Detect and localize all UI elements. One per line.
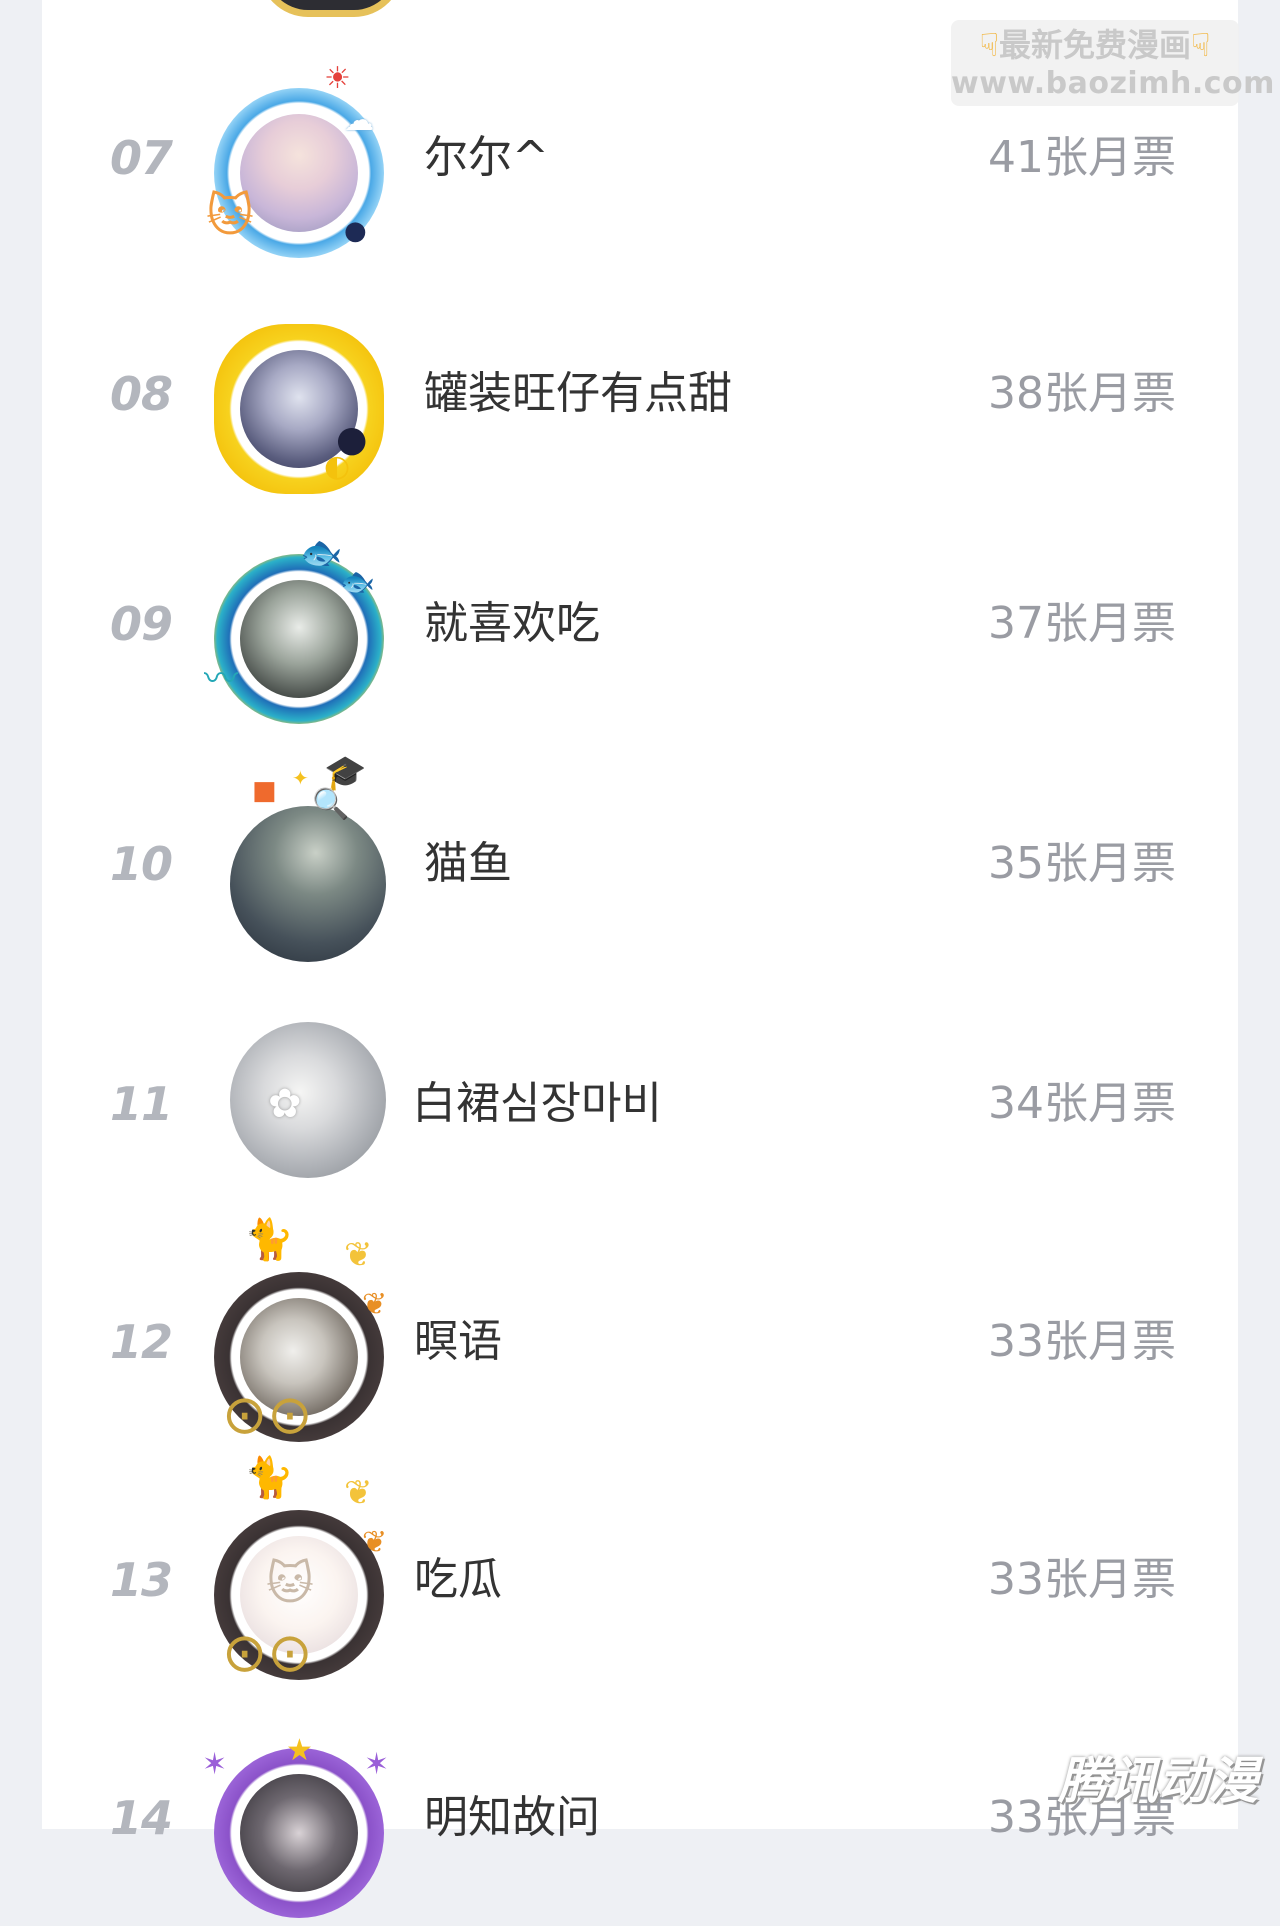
ranking-row[interactable]: 11 ✿ 白裙심장마비 34张月票 — [42, 1004, 1238, 1204]
tencent-comic-watermark: 腾讯动漫 — [1058, 1752, 1258, 1810]
wave-icon: 〰 — [204, 659, 238, 699]
rank-number: 11 — [110, 1077, 173, 1131]
cat-icon: 🐈 — [244, 1217, 294, 1263]
watermark-title: ☟最新免费漫画☟ — [951, 24, 1239, 66]
ginkgo-leaf-icon: ❦ — [344, 1473, 373, 1513]
ranking-row[interactable]: 08 ● ◐ 罐装旺仔有点甜 38张月票 — [42, 294, 1238, 494]
rank-number: 13 — [110, 1553, 173, 1607]
avatar[interactable]: 🐈 ❦ ❦ ⊙⊙ — [204, 1220, 394, 1450]
ticket-count: 35张月票 — [988, 838, 1176, 889]
cat-icon: 🐈 — [244, 1455, 294, 1501]
watermark-url: www.baozimh.com — [951, 66, 1275, 101]
ticket-count: 33张月票 — [988, 1316, 1176, 1367]
previous-avatar-frame — [259, 0, 403, 17]
cat-mascot-icon: 🐱 — [206, 188, 254, 242]
avatar-image — [240, 114, 358, 232]
book-icon: ■ — [252, 776, 277, 806]
magnifier-icon: 🔍 — [312, 787, 350, 822]
ginkgo-leaf-icon: ❦ — [362, 1287, 388, 1322]
ginkgo-leaf-icon: ❦ — [344, 1235, 373, 1275]
glasses-icon: ⊙⊙ — [222, 1383, 313, 1446]
avatar[interactable]: 🎓 🔍 ■ ✦ — [204, 756, 394, 972]
ranking-row[interactable]: 10 🎓 🔍 ■ ✦ 猫鱼 35张月票 — [42, 756, 1238, 964]
ranking-card: 07 ☀ ☁ 🐱 ● 尔尔^ 41张月票 08 ● ◐ 罐装旺仔有点甜 38张月… — [42, 0, 1238, 1918]
ranking-row[interactable]: 09 🐟 🐟 〰 就喜欢吃 37张月票 — [42, 524, 1238, 724]
watermark-title-text: 最新免费漫画 — [998, 26, 1191, 64]
user-name[interactable]: 暝语 — [414, 1242, 502, 1442]
ranking-row[interactable]: 12 🐈 ❦ ❦ ⊙⊙ 暝语 33张月票 — [42, 1220, 1238, 1442]
avatar-image — [230, 1022, 386, 1178]
user-name[interactable]: 就喜欢吃 — [424, 524, 600, 724]
user-name[interactable]: 明知故问 — [424, 1718, 600, 1918]
ticket-count: 34张月票 — [988, 1078, 1176, 1129]
rank-number: 14 — [110, 1791, 173, 1845]
koi-fish-icon: 🐟 — [340, 565, 375, 598]
avatar[interactable]: 🐱 🐈 ❦ ❦ ⊙⊙ — [204, 1458, 394, 1688]
sun-icon: ☀ — [324, 61, 351, 96]
flower-icon: ✿ — [268, 1081, 302, 1127]
avatar[interactable]: ● ◐ — [204, 312, 394, 502]
crab-claw-icon: ✶ — [202, 1747, 228, 1782]
ticket-count: 38张月票 — [988, 368, 1176, 419]
user-name[interactable]: 吃瓜 — [414, 1480, 502, 1680]
ginkgo-leaf-icon: ❦ — [362, 1525, 388, 1560]
lemon-slice-icon: ◐ — [324, 449, 351, 484]
cloud-icon: ☁ — [344, 103, 374, 138]
crab-claw-icon: ✶ — [364, 1747, 390, 1782]
rank-number: 12 — [110, 1315, 173, 1369]
user-name[interactable]: 罐装旺仔有点甜 — [424, 294, 732, 494]
avatar-image — [230, 806, 386, 962]
rank-number: 08 — [110, 367, 173, 421]
ticket-count: 33张月票 — [988, 1554, 1176, 1605]
pointing-down-hand-icon: ☟ — [1191, 26, 1211, 64]
rank-number: 09 — [110, 597, 173, 651]
glasses-icon: ⊙⊙ — [222, 1621, 313, 1684]
ticket-count: 37张月票 — [988, 598, 1176, 649]
pointing-down-hand-icon: ☟ — [979, 26, 999, 64]
rank-number: 07 — [110, 131, 173, 185]
avatar[interactable]: ✿ — [204, 1022, 394, 1212]
rank-number: 10 — [110, 837, 173, 891]
avatar[interactable]: ☀ ☁ 🐱 ● — [204, 64, 394, 266]
koi-fish-icon: 🐟 — [300, 533, 343, 573]
cat-face-icon: 🐱 — [266, 1556, 314, 1610]
graduation-cap-icon: 🎓 — [324, 753, 367, 793]
avatar-image — [240, 1774, 358, 1892]
sparkle-icon: ✦ — [292, 766, 309, 790]
user-name[interactable]: 猫鱼 — [424, 764, 512, 964]
site-watermark: ☟最新免费漫画☟ www.baozimh.com — [951, 20, 1275, 106]
avatar[interactable]: 🐟 🐟 〰 — [204, 536, 394, 732]
ranking-row[interactable]: 13 🐱 🐈 ❦ ❦ ⊙⊙ 吃瓜 33张月票 — [42, 1458, 1238, 1680]
star-icon: ★ — [286, 1733, 313, 1768]
user-name[interactable]: 白裙심장마비 — [412, 1004, 662, 1204]
penguin-icon: ● — [344, 216, 367, 246]
user-name[interactable]: 尔尔^ — [424, 58, 549, 258]
avatar[interactable]: ★ ✶ ✶ — [202, 1733, 394, 1926]
